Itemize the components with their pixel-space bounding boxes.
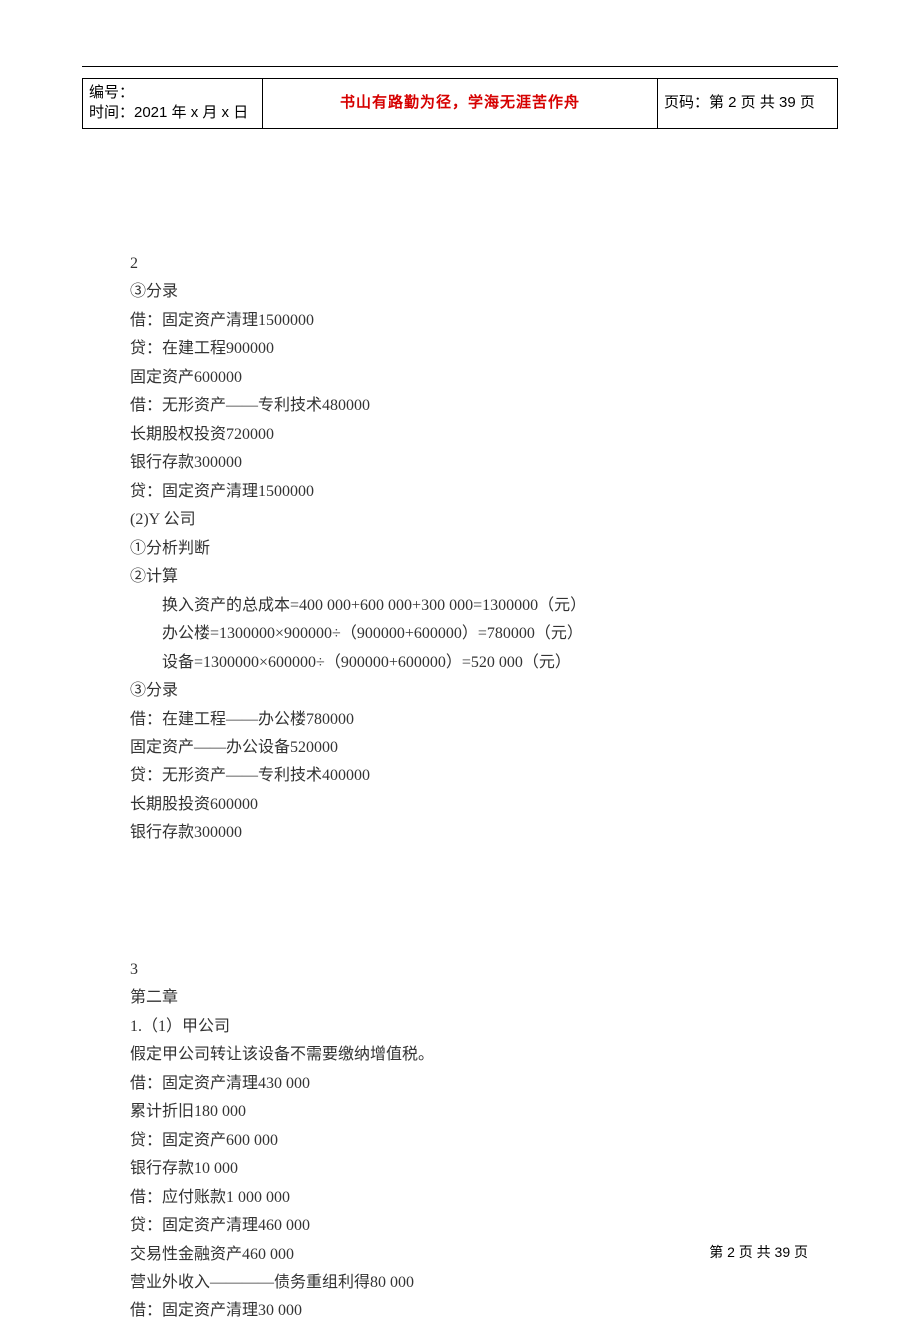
body-line: ①分析判断 (130, 535, 790, 563)
header-motto: 书山有路勤为径，学海无涯苦作舟 (263, 79, 658, 129)
body-line: 3 (130, 956, 790, 984)
body-line: 营业外收入————债务重组利得80 000 (130, 1269, 790, 1297)
body-line: 借：应付账款1 000 000 (130, 1184, 790, 1212)
body-line: 贷：无形资产——专利技术400000 (130, 762, 790, 790)
body-line: 借：固定资产清理430 000 (130, 1070, 790, 1098)
body-line: 交易性金融资产460 000 (130, 1241, 790, 1269)
body-line: 借：在建工程——办公楼780000 (130, 706, 790, 734)
body-line: 贷：在建工程900000 (130, 335, 790, 363)
header-top-rule (82, 66, 838, 67)
body-line: 借：无形资产——专利技术480000 (130, 392, 790, 420)
body-line: 办公楼=1300000×900000÷（900000+600000）=78000… (130, 620, 790, 648)
document-body: 2 ③分录 借：固定资产清理1500000 贷：在建工程900000 固定资产6… (130, 250, 790, 1326)
doc-id-label: 编号： (89, 83, 256, 103)
body-line: 贷：固定资产清理460 000 (130, 1212, 790, 1240)
body-line: 2 (130, 250, 790, 278)
body-line: 银行存款300000 (130, 819, 790, 847)
body-line: (2)Y 公司 (130, 506, 790, 534)
body-line: 固定资产600000 (130, 364, 790, 392)
body-line: 贷：固定资产600 000 (130, 1127, 790, 1155)
body-line: ③分录 (130, 278, 790, 306)
body-line: 累计折旧180 000 (130, 1098, 790, 1126)
body-line: ③分录 (130, 677, 790, 705)
section-gap (130, 848, 790, 956)
body-line: 第二章 (130, 984, 790, 1012)
body-line: 设备=1300000×600000÷（900000+600000）=520 00… (130, 649, 790, 677)
page-footer: 第 2 页 共 39 页 (709, 1242, 808, 1262)
body-line: 借：固定资产清理1500000 (130, 307, 790, 335)
body-line: 换入资产的总成本=400 000+600 000+300 000=1300000… (130, 592, 790, 620)
body-line: 贷：固定资产清理1500000 (130, 478, 790, 506)
body-line: 长期股权投资720000 (130, 421, 790, 449)
body-line: 固定资产——办公设备520000 (130, 734, 790, 762)
doc-time-label: 时间：2021 年 x 月 x 日 (89, 103, 256, 123)
body-line: 银行存款300000 (130, 449, 790, 477)
header-table: 编号： 时间：2021 年 x 月 x 日 书山有路勤为径，学海无涯苦作舟 页码… (82, 78, 838, 129)
body-line: 银行存款10 000 (130, 1155, 790, 1183)
header-page-label: 页码：第 2 页 共 39 页 (658, 79, 838, 129)
header-left-cell: 编号： 时间：2021 年 x 月 x 日 (83, 79, 263, 129)
body-line: 长期股投资600000 (130, 791, 790, 819)
body-line: 假定甲公司转让该设备不需要缴纳增值税。 (130, 1041, 790, 1069)
body-line: ②计算 (130, 563, 790, 591)
body-line: 1.（1）甲公司 (130, 1013, 790, 1041)
